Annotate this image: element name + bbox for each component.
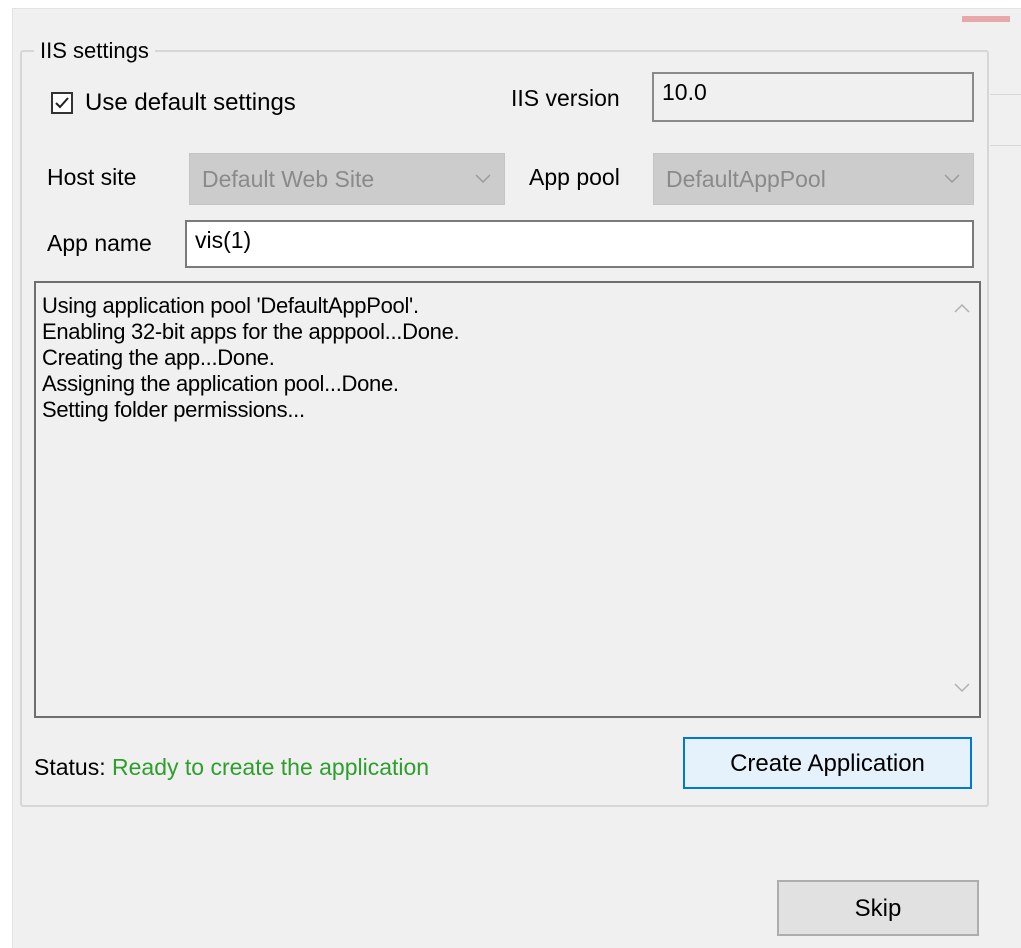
app-pool-label: App pool — [529, 164, 620, 190]
skip-button[interactable]: Skip — [777, 880, 979, 936]
status-prefix: Status: — [34, 754, 106, 780]
log-output[interactable]: Using application pool 'DefaultAppPool'.… — [34, 281, 981, 718]
host-site-value: Default Web Site — [202, 166, 375, 192]
app-name-label: App name — [47, 230, 152, 256]
use-default-settings-label: Use default settings — [85, 89, 296, 116]
app-pool-value: DefaultAppPool — [666, 166, 826, 192]
chevron-up-icon[interactable] — [953, 301, 971, 315]
log-line: Enabling 32-bit apps for the apppool...D… — [42, 319, 460, 344]
log-lines: Using application pool 'DefaultAppPool'.… — [42, 293, 460, 423]
log-line: Creating the app...Done. — [42, 345, 275, 370]
chevron-down-icon — [944, 174, 960, 184]
status-message: Ready to create the application — [112, 754, 430, 780]
app-pool-dropdown[interactable]: DefaultAppPool — [653, 153, 974, 205]
use-default-settings-checkbox[interactable]: Use default settings — [51, 86, 296, 120]
checkmark-icon — [55, 97, 69, 109]
log-line: Assigning the application pool...Done. — [42, 371, 399, 396]
log-line: Setting folder permissions... — [42, 397, 305, 422]
iis-version-label: IIS version — [511, 85, 620, 111]
host-site-dropdown[interactable]: Default Web Site — [189, 153, 505, 205]
create-application-button[interactable]: Create Application — [683, 737, 972, 789]
group-title: IIS settings — [34, 38, 155, 64]
side-divider — [990, 94, 1021, 95]
app-name-input[interactable]: vis(1) — [185, 220, 974, 268]
status-line: Status: Ready to create the application — [34, 752, 429, 782]
log-line: Using application pool 'DefaultAppPool'. — [42, 293, 419, 318]
host-site-label: Host site — [47, 164, 137, 190]
iis-version-field: 10.0 — [652, 72, 974, 122]
chevron-down-icon[interactable] — [953, 681, 971, 695]
log-scrollbar[interactable] — [945, 283, 979, 716]
chevron-down-icon — [475, 174, 491, 184]
checkbox-box[interactable] — [51, 92, 73, 114]
side-divider — [990, 145, 1021, 146]
window-edge-mark — [962, 16, 1010, 22]
